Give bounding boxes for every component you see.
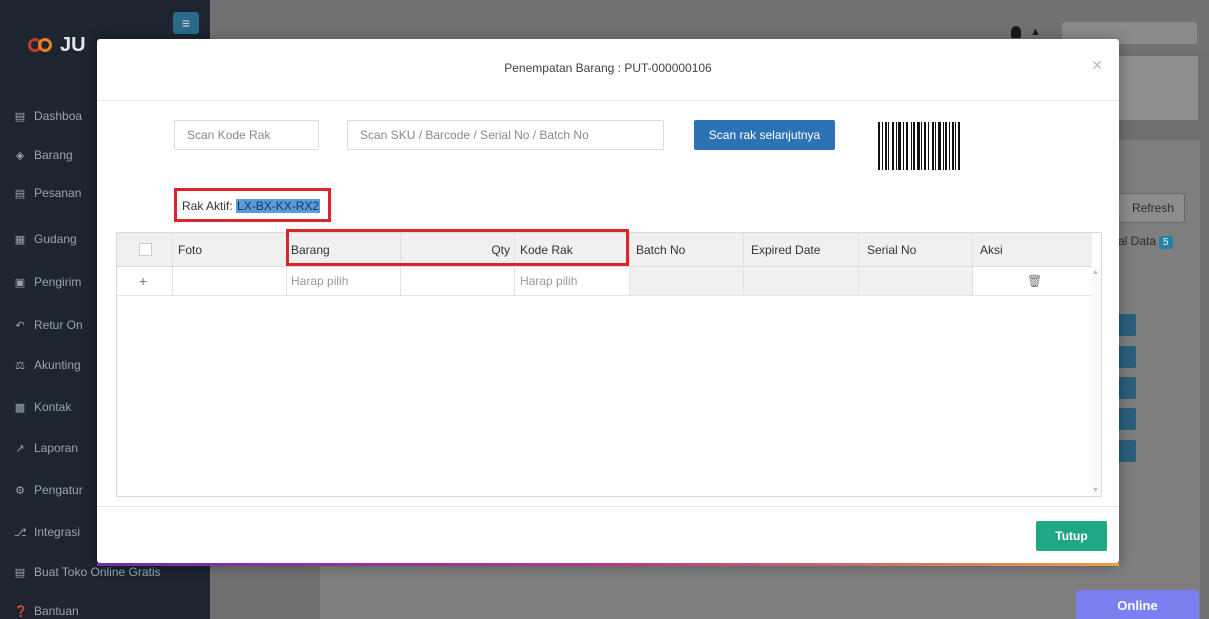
- cart-icon: ▤: [14, 566, 26, 579]
- background-row-button[interactable]: [1118, 346, 1136, 368]
- scan-rak-input[interactable]: [174, 120, 319, 150]
- column-kode-rak: Kode Rak: [520, 243, 573, 257]
- highlight-box: [286, 229, 629, 266]
- background-row-button[interactable]: [1118, 408, 1136, 430]
- modal-footer: Tutup: [97, 506, 1119, 563]
- sidebar-item-laporan[interactable]: ↗ Laporan: [14, 438, 78, 458]
- kode-rak-select[interactable]: Harap pilih: [520, 267, 577, 295]
- sidebar-item-pengiriman[interactable]: ▣ Pengirim: [14, 272, 82, 292]
- sidebar-item-bantuan[interactable]: ❓ Bantuan: [14, 601, 79, 619]
- put-away-table: Foto Barang Qty Kode Rak Batch No Expire…: [116, 229, 1102, 497]
- scan-next-rack-button[interactable]: Scan rak selanjutnya: [694, 120, 835, 150]
- background-row-button[interactable]: [1118, 377, 1136, 399]
- close-button[interactable]: Tutup: [1036, 521, 1107, 551]
- sidebar-item-kontak[interactable]: ▩ Kontak: [14, 397, 72, 417]
- background-row-button[interactable]: [1118, 440, 1136, 462]
- barang-select[interactable]: Harap pilih: [291, 267, 348, 295]
- truck-icon: ▣: [14, 276, 26, 289]
- column-barang: Barang: [291, 243, 330, 257]
- close-icon[interactable]: ✕: [1091, 57, 1103, 74]
- sidebar-item-akunting[interactable]: ⚖ Akunting: [14, 355, 81, 375]
- warehouse-icon: ▦: [14, 233, 26, 246]
- cubes-icon: ◈: [15, 149, 25, 162]
- column-serial-no: Serial No: [867, 243, 917, 257]
- scale-icon: ⚖: [15, 359, 25, 372]
- sidebar-item-barang[interactable]: ◈ Barang: [14, 145, 73, 165]
- background-card: [1118, 56, 1198, 120]
- refresh-button[interactable]: Refresh: [1117, 193, 1185, 223]
- put-away-modal: Penempatan Barang : PUT-000000106 ✕ Scan…: [97, 39, 1119, 566]
- basket-icon: ▤: [14, 187, 26, 200]
- trash-icon[interactable]: 🗑: [1027, 267, 1042, 296]
- column-expired-date: Expired Date: [751, 243, 821, 257]
- contact-card-icon: ▩: [14, 401, 26, 414]
- sidebar-item-pesanan[interactable]: ▤ Pesanan: [14, 183, 82, 203]
- sidebar-item-gudang[interactable]: ▦ Gudang: [14, 229, 77, 249]
- hamburger-menu-icon[interactable]: ≡: [173, 12, 199, 34]
- logo-text: JU: [60, 33, 86, 56]
- active-rack-indicator: Rak Aktif: LX-BX-KX-RX2: [174, 188, 331, 222]
- gradient-bar: [97, 563, 1119, 566]
- total-data-label: al Data 5: [1118, 234, 1173, 249]
- table-row: + Harap pilih Harap pilih 🗑: [117, 267, 1092, 296]
- background-row-button[interactable]: [1118, 314, 1136, 336]
- line-chart-icon: ↗: [15, 442, 25, 455]
- modal-title: Penempatan Barang : PUT-000000106: [504, 61, 712, 75]
- sidebar-item-dashboard[interactable]: ▤ Dashboa: [14, 106, 82, 126]
- user-icon[interactable]: ▲: [1030, 26, 1041, 38]
- scan-sku-input[interactable]: [347, 120, 664, 150]
- return-icon: ↶: [15, 319, 25, 332]
- barcode-icon: [878, 122, 980, 170]
- column-batch-no: Batch No: [636, 243, 686, 257]
- logo-mark-icon: [28, 34, 54, 56]
- scroll-up-icon[interactable]: ▲: [1092, 269, 1099, 276]
- column-aksi: Aksi: [980, 243, 1003, 257]
- active-rack-value: LX-BX-KX-RX2: [236, 199, 321, 213]
- modal-header: Penempatan Barang : PUT-000000106 ✕: [97, 39, 1119, 101]
- sidebar-item-retur[interactable]: ↶ Retur On: [14, 315, 82, 335]
- question-icon: ❓: [14, 605, 28, 618]
- sidebar-item-integrasi[interactable]: ⎇ Integrasi: [14, 522, 80, 542]
- online-chat-button[interactable]: Online: [1076, 590, 1199, 619]
- total-data-badge: 5: [1159, 236, 1173, 249]
- column-foto: Foto: [178, 243, 203, 257]
- plug-icon: ⎇: [14, 526, 27, 539]
- active-rack-label: Rak Aktif:: [182, 199, 233, 213]
- app-logo[interactable]: JU: [28, 30, 86, 60]
- select-all-checkbox[interactable]: [139, 243, 152, 256]
- scroll-down-icon[interactable]: ▼: [1092, 487, 1099, 494]
- table-scrollbar[interactable]: ▲ ▼: [1091, 267, 1101, 496]
- column-qty: Qty: [491, 243, 510, 257]
- bell-icon[interactable]: [1011, 26, 1021, 38]
- chart-icon: ▤: [14, 110, 26, 123]
- table-header: Foto Barang Qty Kode Rak Batch No Expire…: [117, 229, 1092, 267]
- cogs-icon: ⚙: [15, 484, 25, 497]
- sidebar-item-pengaturan[interactable]: ⚙ Pengatur: [14, 480, 83, 500]
- add-row-icon[interactable]: +: [139, 267, 147, 296]
